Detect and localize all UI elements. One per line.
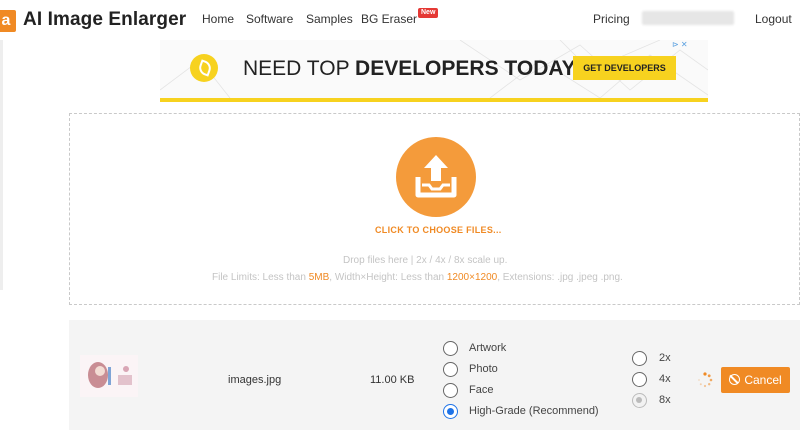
type-artwork-radio[interactable] (443, 341, 458, 356)
left-edge-shadow (0, 40, 3, 290)
cancel-label: Cancel (744, 373, 782, 387)
scale-2x-radio[interactable] (632, 351, 647, 366)
nav-home[interactable]: Home (202, 12, 234, 26)
loading-spinner-icon (698, 372, 713, 388)
scale-8x-radio[interactable] (632, 393, 647, 408)
choose-files-link[interactable]: CLICK TO CHOOSE FILES... (375, 225, 502, 235)
nav-bg-eraser[interactable]: BG Eraser (361, 12, 417, 26)
scale-4x-radio[interactable] (632, 372, 647, 387)
nav-logout[interactable]: Logout (755, 12, 792, 26)
drop-hint: Drop files here | 2x / 4x / 8x scale up. (343, 255, 508, 266)
top-header: a AI Image Enlarger Home Software Sample… (0, 0, 800, 40)
file-row (69, 320, 800, 430)
nav-pricing[interactable]: Pricing (593, 12, 630, 26)
logo-icon[interactable]: a (0, 10, 16, 32)
type-photo-label[interactable]: Photo (469, 363, 498, 375)
new-badge: New (418, 8, 439, 18)
file-size: 11.00 KB (370, 374, 415, 386)
type-face-label[interactable]: Face (469, 384, 493, 396)
type-high-grade-label[interactable]: High-Grade (Recommend) (469, 405, 599, 417)
scale-8x-label[interactable]: 8x (659, 394, 671, 406)
file-name: images.jpg (228, 374, 282, 386)
nav-samples[interactable]: Samples (306, 12, 353, 26)
blurred-username[interactable] (642, 11, 734, 25)
ad-choices-icon[interactable]: ⊳ ✕ (672, 40, 688, 49)
ad-banner[interactable]: NEED TOP DEVELOPERS TODAY? GET DEVELOPER… (160, 40, 708, 102)
type-photo-radio[interactable] (443, 362, 458, 377)
scale-2x-label[interactable]: 2x (659, 352, 671, 364)
nav-software[interactable]: Software (246, 12, 293, 26)
scale-4x-label[interactable]: 4x (659, 373, 671, 385)
cancel-button[interactable]: Cancel (721, 367, 790, 393)
ad-headline: NEED TOP DEVELOPERS TODAY? (243, 57, 589, 80)
type-high-grade-radio[interactable] (443, 404, 458, 419)
file-limits-text: File Limits: Less than 5MB, Width×Height… (212, 272, 623, 283)
logo-text[interactable]: AI Image Enlarger (23, 9, 186, 31)
type-artwork-label[interactable]: Artwork (469, 342, 506, 354)
cancel-icon (729, 374, 741, 385)
ad-logo-icon (190, 54, 218, 82)
type-face-radio[interactable] (443, 383, 458, 398)
get-developers-button[interactable]: GET DEVELOPERS (573, 56, 676, 80)
upload-icon[interactable] (396, 137, 476, 217)
file-thumbnail (80, 355, 138, 397)
